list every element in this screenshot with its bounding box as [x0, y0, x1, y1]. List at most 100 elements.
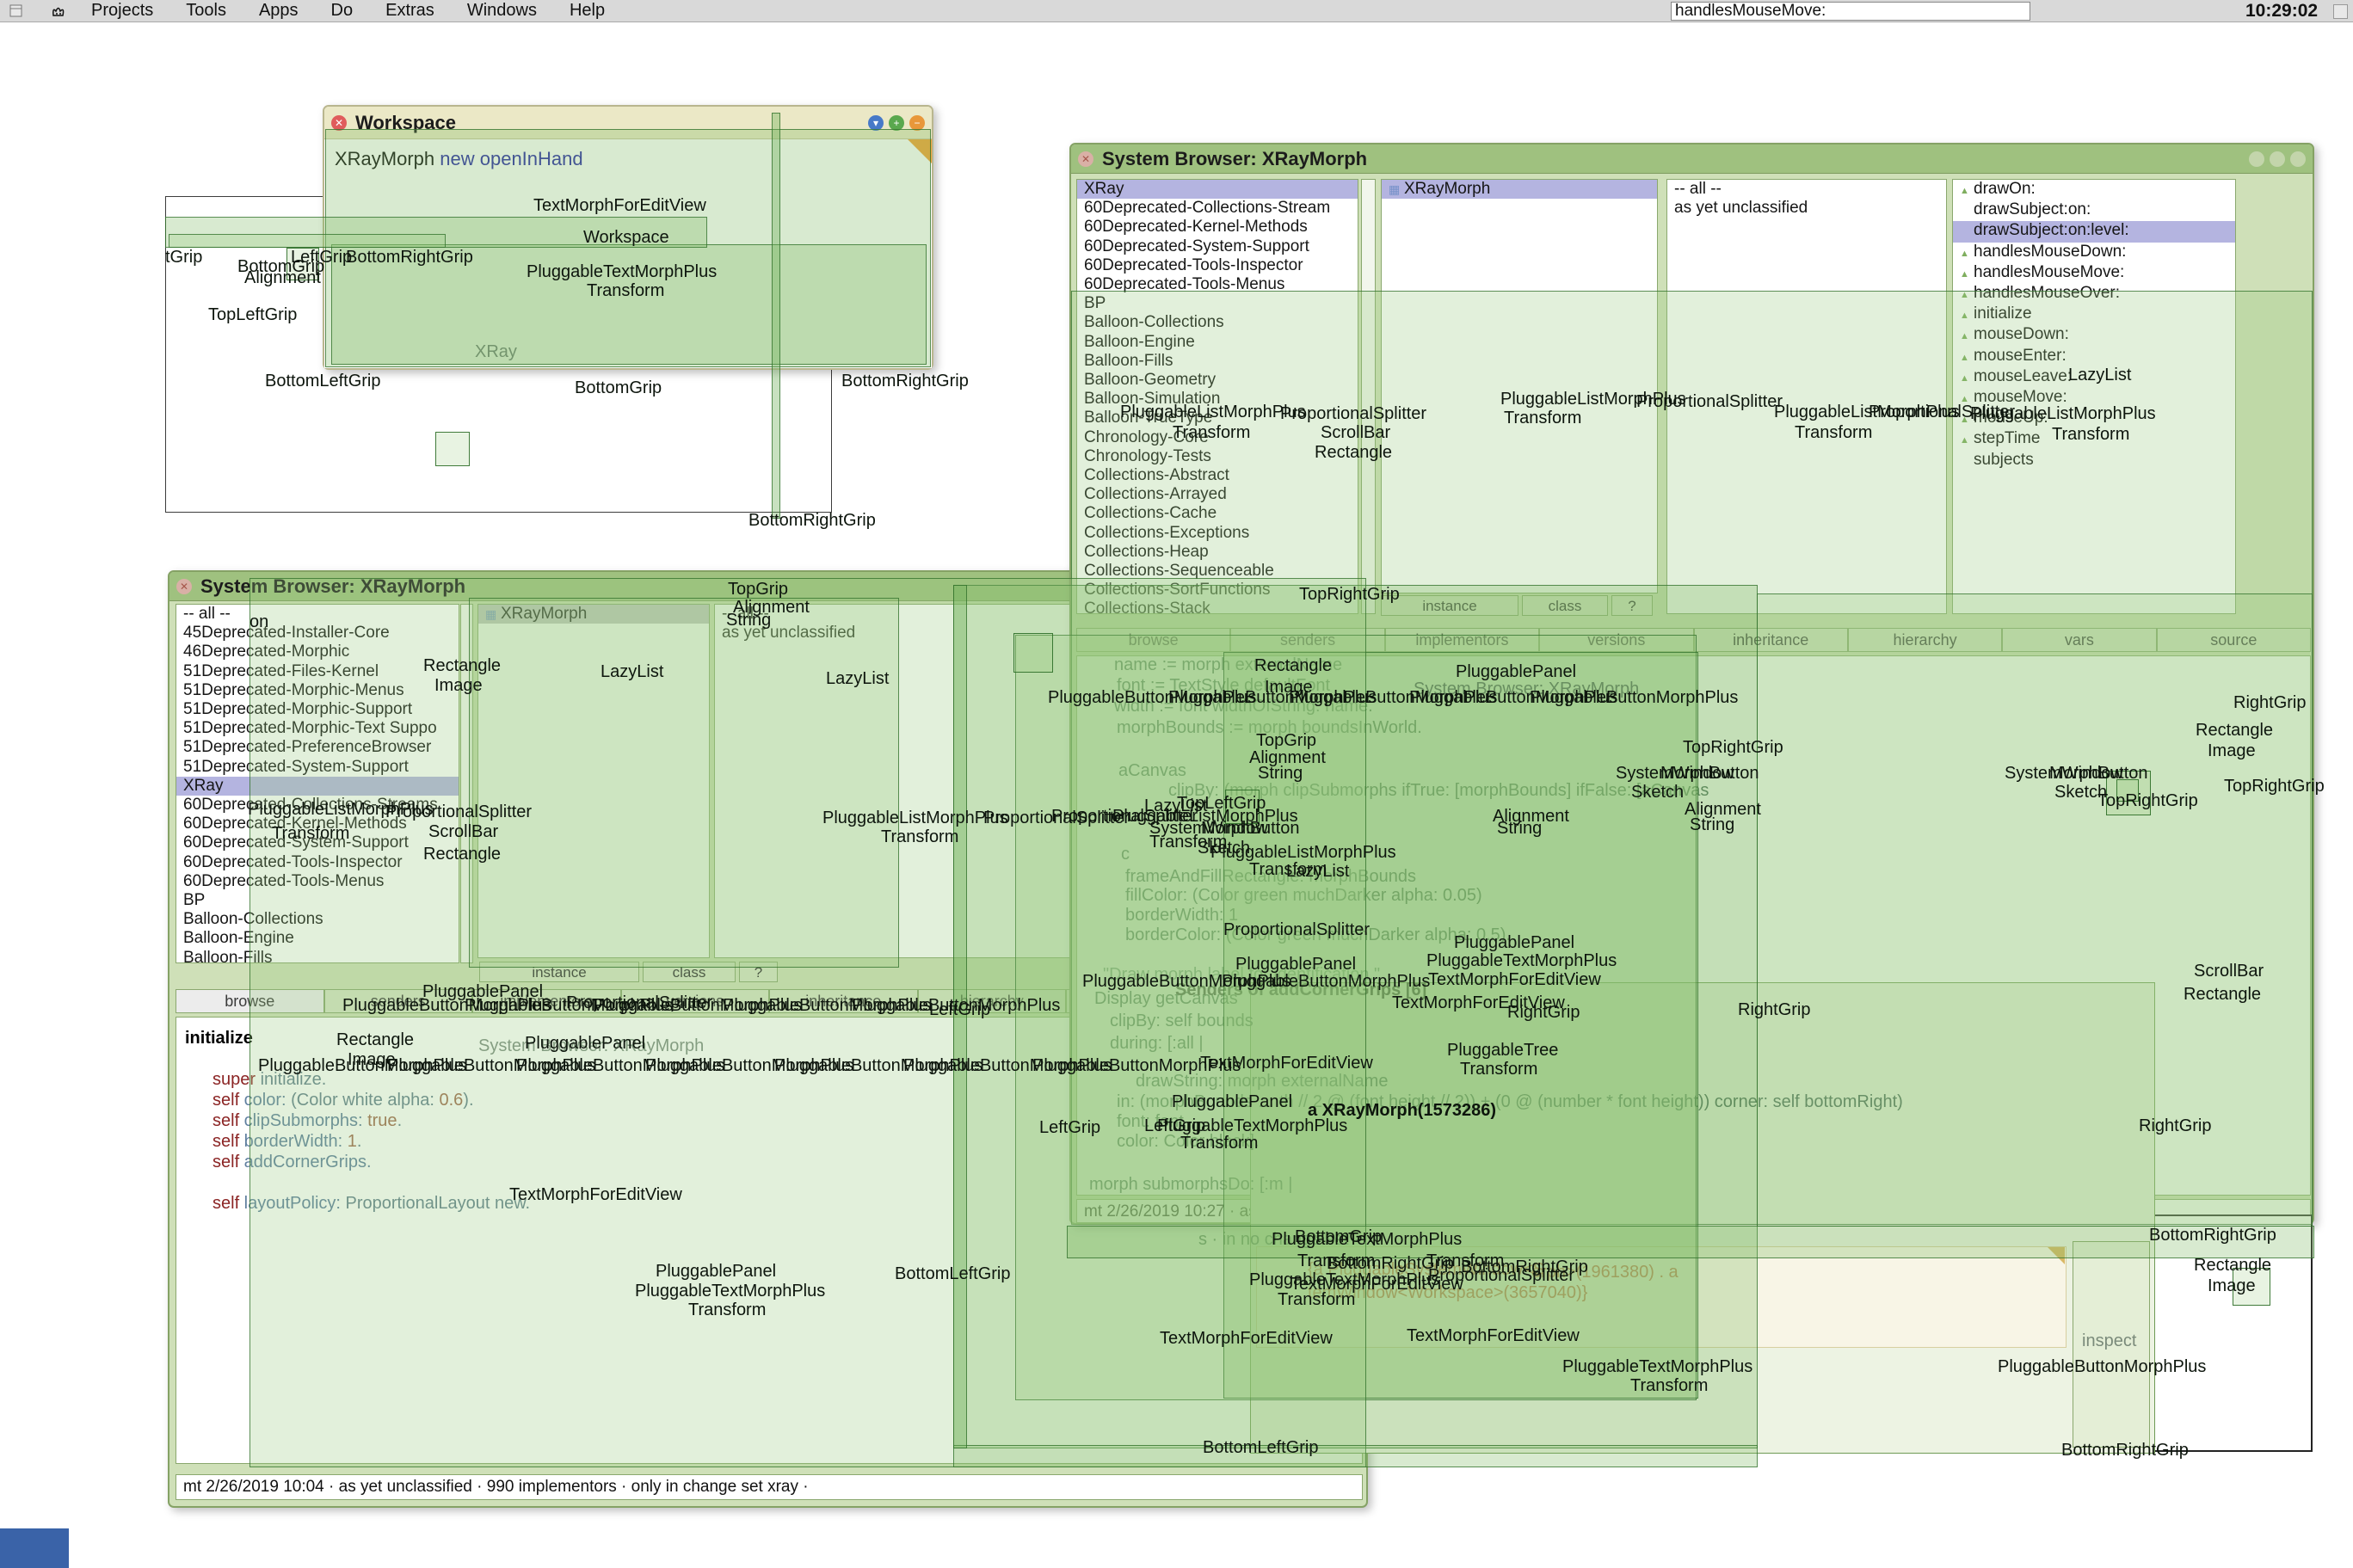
- xray-overlay-box: [953, 1445, 1758, 1467]
- xray-morph-label: PluggableTree: [1447, 1041, 1558, 1061]
- xray-morph-label: on: [249, 612, 268, 632]
- xray-morph-label: LazyList: [826, 669, 889, 689]
- xray-morph-label: PluggablePanel: [525, 1034, 645, 1054]
- xray-morph-label: Transform: [1173, 423, 1250, 443]
- xray-morph-label: ProportionalSplitter: [1636, 392, 1783, 412]
- xray-morph-label: MorphButton: [2049, 764, 2148, 784]
- xray-morph-label: PluggableTextMorphPlus: [635, 1282, 825, 1301]
- class-list-item[interactable]: ▦XRayMorph: [1382, 180, 1657, 199]
- desktop: Projects Tools Apps Do Extras Windows Help han…: [0, 0, 2353, 1568]
- xray-overlay-box: [1067, 1226, 2314, 1258]
- xray-overlay-box: [469, 598, 899, 968]
- squeak-mouse-icon[interactable]: [50, 3, 65, 19]
- xray-morph-label: String: [1258, 764, 1303, 784]
- xray-overlay-box: [1013, 633, 1053, 673]
- package-list-item[interactable]: XRay: [1077, 180, 1358, 199]
- status-bar: mt 2/26/2019 10:04 · as yet unclassified…: [176, 1474, 1363, 1500]
- window-title: System Browser: XRayMorph: [1102, 148, 1367, 170]
- menu-item[interactable]: Help: [570, 1, 605, 21]
- xray-morph-label: RightGrip: [2139, 1116, 2211, 1136]
- xray-morph-label: PluggablePanel: [1172, 1092, 1292, 1112]
- menu-item[interactable]: Do: [331, 1, 354, 21]
- xray-morph-label: BottomRightGrip: [841, 372, 969, 391]
- xray-morph-label: TopLeftGrip: [208, 305, 297, 325]
- expand-icon[interactable]: [2270, 151, 2285, 167]
- xray-morph-label: Transform: [587, 281, 664, 301]
- xray-morph-label: PluggableListMorphPlus: [1120, 403, 1306, 422]
- xray-morph-label: BottomRightGrip: [346, 248, 473, 267]
- category-list-item[interactable]: as yet unclassified: [1667, 199, 1946, 218]
- xray-morph-label: PluggableButtonMorphPlus: [1998, 1357, 2206, 1377]
- method-list-item[interactable]: ▲drawOn:: [1953, 180, 2235, 200]
- class-icon: ▦: [1389, 180, 1404, 199]
- xray-morph-label: Transform: [2052, 425, 2129, 445]
- expand-icon[interactable]: +: [889, 115, 904, 131]
- package-list-item[interactable]: 60Deprecated-Tools-Inspector: [1077, 256, 1358, 275]
- tray-icon[interactable]: [2333, 4, 2348, 19]
- xray-overlay-box: [169, 234, 446, 248]
- xray-morph-label: tGrip: [165, 248, 202, 267]
- xray-morph-label: BottomGrip: [1295, 1227, 1382, 1247]
- xray-overlay-box: [772, 113, 780, 519]
- menu-item[interactable]: Windows: [467, 1, 537, 21]
- xray-morph-label: Alignment: [244, 268, 321, 288]
- xray-morph-label: LeftGrip: [929, 1000, 990, 1020]
- xray-morph-label: PluggableListMorphPlus: [1970, 404, 2156, 424]
- collapse-icon[interactable]: [2290, 151, 2306, 167]
- menu-bar: Projects Tools Apps Do Extras Windows Help han…: [0, 0, 2353, 22]
- method-list-item[interactable]: ▲handlesMouseDown:: [1953, 243, 2235, 263]
- xray-morph-label: Image: [2208, 1276, 2256, 1296]
- menu-item[interactable]: Tools: [186, 1, 226, 21]
- xray-morph-label: PluggableTextMorphPlus: [527, 262, 717, 282]
- category-list-item[interactable]: -- all --: [1667, 180, 1946, 199]
- method-list-item[interactable]: ▲drawSubject:on:: [1953, 200, 2235, 221]
- xray-morph-label: TopRightGrip: [2224, 777, 2325, 796]
- xray-morph-label: Sketch: [1631, 783, 1684, 802]
- menu-item[interactable]: Apps: [259, 1, 299, 21]
- method-list-item[interactable]: ▲handlesMouseMove:: [1953, 263, 2235, 284]
- xray-morph-label: BottomLeftGrip: [895, 1264, 1011, 1284]
- xray-morph-label: TopGrip: [728, 580, 788, 600]
- xray-morph-label: PluggableTextMorphPlus: [1426, 951, 1617, 971]
- xray-morph-label: PluggablePanel: [1454, 933, 1574, 953]
- xray-morph-label: Transform: [1630, 1376, 1708, 1396]
- xray-morph-label: Transform: [272, 824, 349, 844]
- menu-icon[interactable]: [2249, 151, 2264, 167]
- override-arrow-icon: ▲: [1960, 181, 1974, 200]
- package-list-item[interactable]: 60Deprecated-System-Support: [1077, 237, 1358, 256]
- xray-morph-label: TextMorphForEditView: [533, 196, 706, 216]
- xray-morph-label: Rectangle: [2196, 721, 2273, 741]
- package-list-item[interactable]: 60Deprecated-Collections-Stream: [1077, 199, 1358, 218]
- xray-morph-label: LazyList: [601, 662, 663, 682]
- xray-morph-label: Transform: [881, 827, 958, 847]
- close-icon[interactable]: ✕: [176, 579, 192, 594]
- browser-titlebar[interactable]: ✕ System Browser: XRayMorph: [1071, 145, 2313, 174]
- package-list-item[interactable]: 60Deprecated-Kernel-Methods: [1077, 218, 1358, 237]
- menu-item[interactable]: Extras: [385, 1, 434, 21]
- xray-morph-label: ProportionalSplitter: [385, 802, 532, 822]
- xray-morph-label: Image: [2208, 741, 2256, 761]
- method-list-item[interactable]: ▲drawSubject:on:level:: [1953, 221, 2235, 242]
- xray-morph-label: ProportionalSplitter: [983, 809, 1130, 828]
- xray-morph-label: TextMorphForEditView: [1428, 970, 1601, 990]
- xray-morph-label: RightGrip: [2233, 693, 2306, 713]
- xray-morph-label: Rectangle: [336, 1030, 414, 1050]
- menu-item[interactable]: Projects: [91, 1, 153, 21]
- xray-morph-label: LazyList: [2068, 366, 2131, 385]
- xray-morph-label: Transform: [1504, 409, 1581, 428]
- close-icon[interactable]: ✕: [331, 115, 347, 131]
- collapse-icon[interactable]: −: [909, 115, 925, 131]
- xray-morph-label: PluggableListMorphPlus: [822, 809, 1008, 828]
- search-message-field[interactable]: handlesMouseMove:: [1671, 2, 2030, 21]
- xray-morph-label: TopRightGrip: [2097, 791, 2198, 811]
- xray-morph-label: ProportionalSplitter: [1223, 920, 1370, 940]
- xray-morph-label: XRay: [475, 342, 517, 362]
- window-menu-icon[interactable]: [9, 3, 24, 19]
- xray-morph-label: Rectangle: [2184, 985, 2261, 1005]
- taskbar-corner: [0, 1528, 69, 1568]
- close-icon[interactable]: ✕: [1078, 151, 1093, 167]
- menu-icon[interactable]: ▾: [868, 115, 884, 131]
- xray-morph-label: Rectangle: [423, 845, 501, 864]
- xray-morph-label: TextMorphForEditView: [509, 1185, 682, 1205]
- xray-morph-label: ProportionalSplitter: [1280, 404, 1426, 424]
